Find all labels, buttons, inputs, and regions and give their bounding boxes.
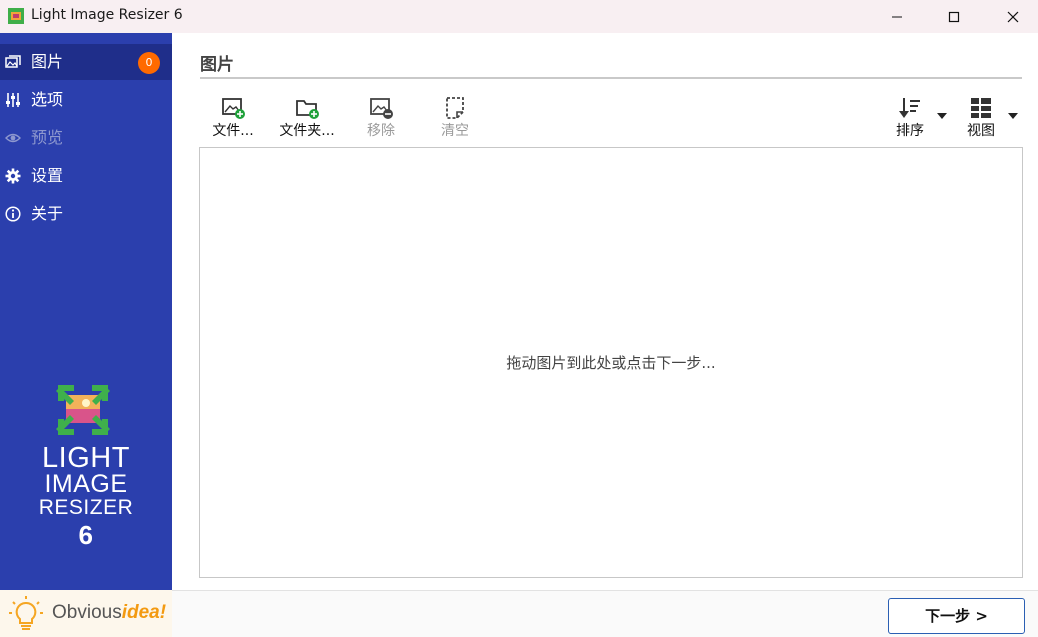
drop-hint: 拖动图片到此处或点击下一步... [506, 354, 716, 372]
info-icon [5, 206, 21, 222]
sidebar-item-label: 关于 [31, 204, 64, 223]
maximize-icon [948, 11, 960, 22]
eye-icon [5, 133, 21, 143]
sort-button[interactable]: 排序 [880, 92, 940, 140]
sort-dropdown-icon[interactable] [937, 113, 947, 119]
window-title: Light Image Resizer 6 [31, 7, 183, 23]
image-count-badge: 0 [138, 52, 160, 74]
title-bar: Light Image Resizer 6 [0, 0, 1038, 33]
add-folder-label: 文件夹... [279, 123, 335, 139]
gear-icon [5, 168, 21, 184]
lightbulb-icon [9, 596, 43, 630]
add-files-label: 文件... [212, 123, 254, 139]
sidebar-item-settings[interactable]: 设置 [0, 158, 172, 194]
maximize-button[interactable] [931, 0, 977, 33]
brand-line-resizer: RESIZER [38, 496, 134, 519]
remove-image-icon [370, 98, 393, 119]
title-divider [200, 77, 1022, 79]
sliders-icon [6, 93, 20, 107]
images-icon [5, 55, 21, 68]
clear-label: 清空 [441, 123, 469, 139]
minimize-icon [892, 16, 902, 17]
vendor-logo[interactable]: Obviousidea! [0, 590, 172, 637]
view-list-icon [971, 98, 991, 118]
brand-line-light: LIGHT [42, 442, 130, 474]
sidebar-item-about[interactable]: 关于 [0, 196, 172, 232]
sidebar-item-label: 预览 [31, 128, 64, 147]
sidebar-item-label: 图片 [31, 52, 64, 71]
remove-label: 移除 [367, 123, 395, 139]
sidebar-item-preview[interactable]: 预览 [0, 120, 172, 156]
add-files-button[interactable]: 文件... [203, 92, 263, 140]
clear-page-icon [446, 97, 464, 119]
sidebar-item-label: 设置 [31, 166, 64, 185]
add-folder-button[interactable]: 文件夹... [277, 92, 337, 140]
remove-button[interactable]: 移除 [351, 92, 411, 140]
brand-block: LIGHT IMAGE RESIZER 6 [0, 383, 172, 553]
view-label: 视图 [967, 123, 995, 139]
app-logo-icon [8, 8, 24, 24]
clear-button[interactable]: 清空 [425, 92, 485, 140]
brand-line-image: IMAGE [44, 470, 128, 498]
sidebar-item-images[interactable]: 图片 0 [0, 44, 172, 80]
minimize-button[interactable] [874, 0, 920, 33]
vendor-name: Obviousidea! [52, 602, 167, 623]
close-icon [1007, 11, 1019, 22]
next-step-button[interactable]: 下一步 > [888, 598, 1025, 634]
sort-label: 排序 [896, 123, 924, 139]
add-folder-icon [296, 100, 319, 119]
sort-icon [899, 98, 920, 118]
image-drop-area[interactable]: 拖动图片到此处或点击下一步... [199, 147, 1023, 578]
sidebar: 图片 0 选项 预览 设置 关于 LIGHT IMAGE RESIZER 6 [0, 33, 172, 590]
resizer-logo-icon [56, 385, 110, 435]
brand-line-version: 6 [78, 520, 94, 550]
add-image-icon [222, 98, 245, 119]
view-button[interactable]: 视图 [951, 92, 1011, 140]
page-title: 图片 [200, 55, 234, 75]
sidebar-item-options[interactable]: 选项 [0, 82, 172, 118]
close-button[interactable] [990, 0, 1036, 33]
view-dropdown-icon[interactable] [1008, 113, 1018, 119]
sidebar-item-label: 选项 [31, 90, 64, 109]
